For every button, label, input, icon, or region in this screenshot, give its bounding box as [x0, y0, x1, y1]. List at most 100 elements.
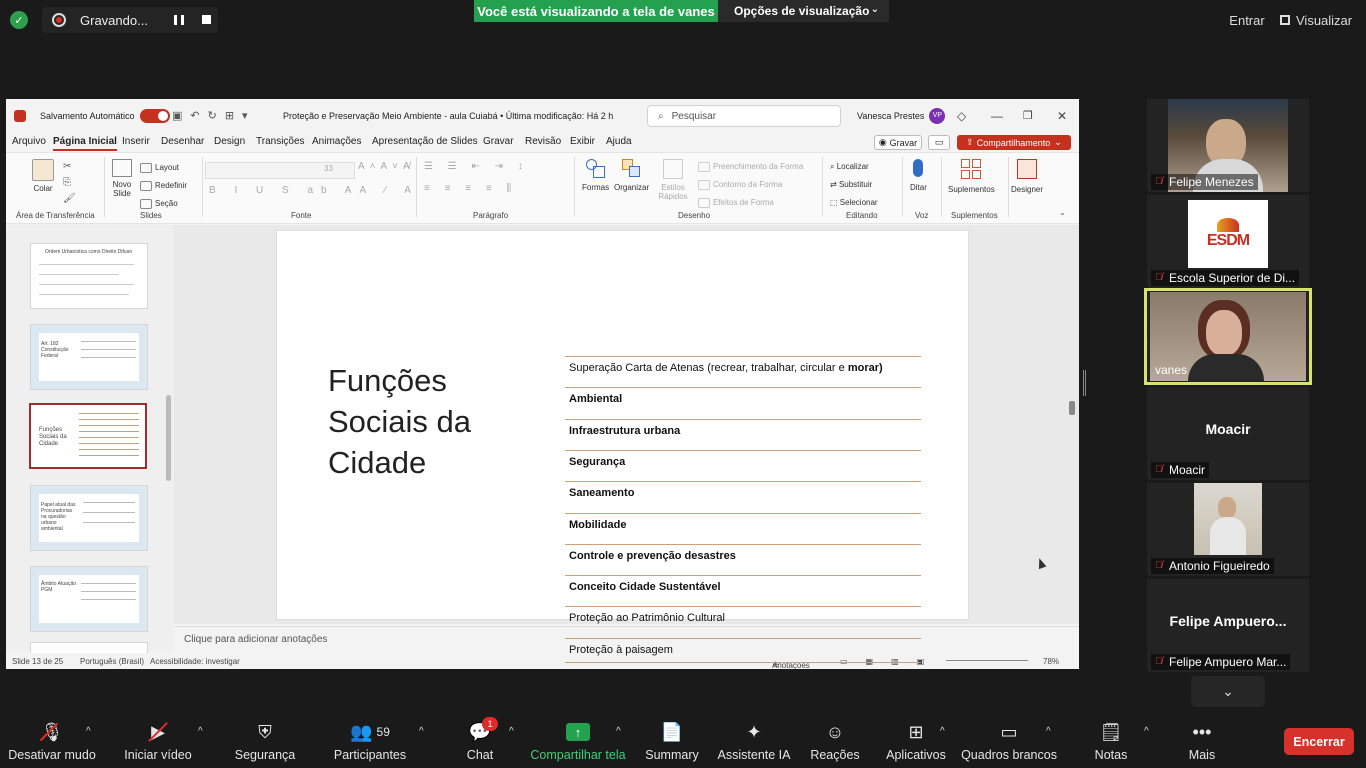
slide-thumbnail-13[interactable]: 13 Funções Sociais da Cidade: [29, 403, 147, 469]
menu-ajuda[interactable]: Ajuda: [606, 136, 632, 147]
new-slide-button[interactable]: Novo Slide: [109, 159, 135, 198]
pause-recording-icon[interactable]: [174, 15, 184, 25]
user-account[interactable]: Vanesca Prestes VP: [857, 99, 946, 132]
whiteboards-options-caret[interactable]: ^: [1046, 726, 1051, 737]
arrange-button[interactable]: Organizar: [614, 159, 649, 192]
shape-fill-button[interactable]: Preenchimento da Forma: [698, 158, 803, 176]
quick-access-icons[interactable]: ▣↶↻⊞▾: [172, 99, 256, 132]
participant-tile[interactable]: Moacir 🎙̸ Moacir: [1147, 387, 1309, 480]
audio-options-caret[interactable]: ^: [86, 726, 91, 737]
search-box[interactable]: ⌕ Pesquisar: [647, 105, 841, 127]
menu-design[interactable]: Design: [214, 136, 245, 147]
menu-pagina-inicial[interactable]: Página Inicial: [53, 136, 117, 151]
slide-list-item[interactable]: Saneamento: [569, 487, 634, 499]
menu-inserir[interactable]: Inserir: [122, 136, 150, 147]
shapes-button[interactable]: Formas: [582, 159, 609, 192]
slide-thumbnail-12[interactable]: 12 Art. 182 Constituição Federal: [30, 324, 148, 390]
menu-revisao[interactable]: Revisão: [525, 136, 561, 147]
slide-list-item[interactable]: Proteção à paisagem: [569, 644, 673, 656]
slide-list-item[interactable]: Proteção ao Patrimônio Cultural: [569, 612, 725, 624]
view-options-button[interactable]: Opções de visualização ⌄: [718, 0, 889, 22]
slide-thumbnail-15[interactable]: 15 Âmbito Atuação PGM: [30, 566, 148, 632]
participant-tile[interactable]: 🎙̸ Antonio Figueiredo: [1147, 483, 1309, 576]
reactions-button[interactable]: ☺ Reações: [810, 712, 859, 768]
notes-button[interactable]: 🗒 Notas: [1093, 712, 1129, 768]
select-button[interactable]: ⬚ Selecionar: [830, 194, 878, 212]
menu-transicoes[interactable]: Transições: [256, 136, 305, 147]
find-button[interactable]: ⌕ Localizar: [830, 158, 878, 176]
dictate-button[interactable]: Ditar: [910, 159, 927, 192]
designer-button[interactable]: Designer: [1011, 159, 1043, 194]
thumbnails-scrollbar[interactable]: [166, 395, 171, 481]
participant-tile[interactable]: 🎙̸ Felipe Menezes: [1147, 99, 1309, 192]
slide-list-item[interactable]: Conceito Cidade Sustentável: [569, 581, 721, 593]
scroll-participants-down-button[interactable]: ⌄: [1191, 676, 1265, 707]
list-buttons[interactable]: ☰ ☰ ⇤ ⇥ ↕: [424, 161, 529, 172]
participant-tile[interactable]: ESDM 🎙̸ Escola Superior de Di...: [1147, 195, 1309, 288]
apps-options-caret[interactable]: ^: [940, 726, 945, 737]
more-button[interactable]: ••• Mais: [1186, 712, 1218, 768]
slide-list-item[interactable]: Segurança: [569, 456, 625, 468]
menu-desenhar[interactable]: Desenhar: [161, 136, 204, 147]
whiteboards-button[interactable]: ▭ Quadros brancos: [961, 712, 1057, 768]
participants-button[interactable]: 👥 59 Participantes: [334, 712, 406, 768]
video-options-caret[interactable]: ^: [198, 726, 203, 737]
notes-options-caret[interactable]: ^: [1144, 726, 1149, 737]
ai-assistant-button[interactable]: ✦ Assistente IA: [718, 712, 791, 768]
slide-list-item[interactable]: Superação Carta de Atenas (recrear, trab…: [569, 362, 883, 374]
reset-button[interactable]: Redefinir: [140, 177, 187, 195]
enter-button[interactable]: Entrar: [1222, 6, 1272, 34]
autosave-toggle[interactable]: Salvamento Automático: [40, 99, 170, 132]
slide-scrollbar[interactable]: [1069, 401, 1075, 415]
zoom-level[interactable]: 78%: [1043, 657, 1059, 666]
addins-button[interactable]: Suplementos: [948, 159, 995, 194]
view-button[interactable]: Visualizar: [1280, 6, 1360, 34]
slide-title[interactable]: Funções Sociais da Cidade: [328, 360, 498, 483]
paste-button[interactable]: Colar: [32, 159, 54, 193]
participants-options-caret[interactable]: ^: [419, 726, 424, 737]
accessibility-status[interactable]: Acessibilidade: investigar: [150, 657, 240, 666]
apps-button[interactable]: ⊞ Aplicativos: [884, 712, 948, 768]
diamond-icon[interactable]: ◇: [957, 99, 966, 132]
restore-icon[interactable]: ❐: [1023, 99, 1033, 132]
shape-outline-button[interactable]: Contorno da Forma: [698, 176, 803, 194]
share-options-caret[interactable]: ^: [616, 726, 621, 737]
compartilhamento-button[interactable]: ⇪ Compartilhamento ⌄: [957, 135, 1071, 150]
comment-icon[interactable]: ▭: [928, 135, 950, 150]
slide-list-item[interactable]: Infraestrutura urbana: [569, 425, 680, 437]
quick-styles-button[interactable]: Estilos Rápidos: [656, 159, 690, 201]
summary-button[interactable]: 📄 Summary: [645, 712, 699, 768]
participant-tile[interactable]: Felipe Ampuero... 🎙̸ Felipe Ampuero Mar..…: [1147, 579, 1309, 672]
font-size-value[interactable]: 33: [324, 164, 333, 173]
unmute-button[interactable]: 🎙 Desativar mudo: [8, 712, 96, 768]
menu-apresentacao[interactable]: Apresentação de Slides: [372, 136, 478, 147]
shape-effects-button[interactable]: Efeitos de Forma: [698, 194, 803, 212]
slide-list-item[interactable]: Controle e prevenção desastres: [569, 550, 736, 562]
security-button[interactable]: ⛨ Segurança: [235, 712, 295, 768]
menu-animacoes[interactable]: Animações: [312, 136, 361, 147]
collapse-ribbon-icon[interactable]: ⌄: [1059, 208, 1066, 217]
start-video-button[interactable]: ▶ Iniciar vídeo: [124, 712, 192, 768]
minimize-icon[interactable]: —: [991, 99, 1003, 132]
slide-list-item[interactable]: Mobilidade: [569, 519, 626, 531]
stop-recording-icon[interactable]: [202, 15, 211, 24]
toggle-switch[interactable]: [139, 108, 170, 123]
zoom-slider[interactable]: [946, 660, 1028, 661]
replace-button[interactable]: ⇄ Substituir: [830, 176, 878, 194]
security-shield-icon[interactable]: ✓: [10, 11, 28, 29]
menu-gravar[interactable]: Gravar: [483, 136, 514, 147]
alignment-buttons[interactable]: ≡ ≡ ≡ ≡ ⫼: [424, 183, 517, 194]
slide-list-item[interactable]: Ambiental: [569, 393, 622, 405]
close-icon[interactable]: ✕: [1057, 99, 1067, 132]
panel-resize-handle[interactable]: [1083, 370, 1086, 396]
participant-tile-active-speaker[interactable]: vanes: [1144, 288, 1312, 385]
slide-thumbnail-11[interactable]: 11 Ordem Urbanística como Direito Difuso: [30, 243, 148, 309]
language-status[interactable]: Português (Brasil): [80, 657, 144, 666]
menu-arquivo[interactable]: Arquivo: [12, 136, 46, 147]
share-screen-button[interactable]: ↑ Compartilhar tela: [530, 712, 626, 768]
font-size-buttons[interactable]: A˄A˅A̸: [358, 161, 415, 172]
clipboard-tools[interactable]: ✂ ⎘ 🖌: [63, 159, 76, 207]
document-title[interactable]: Proteção e Preservação Meio Ambiente - a…: [283, 99, 613, 132]
gravar-button[interactable]: ◉ Gravar: [874, 135, 922, 150]
menu-exibir[interactable]: Exibir: [570, 136, 595, 147]
